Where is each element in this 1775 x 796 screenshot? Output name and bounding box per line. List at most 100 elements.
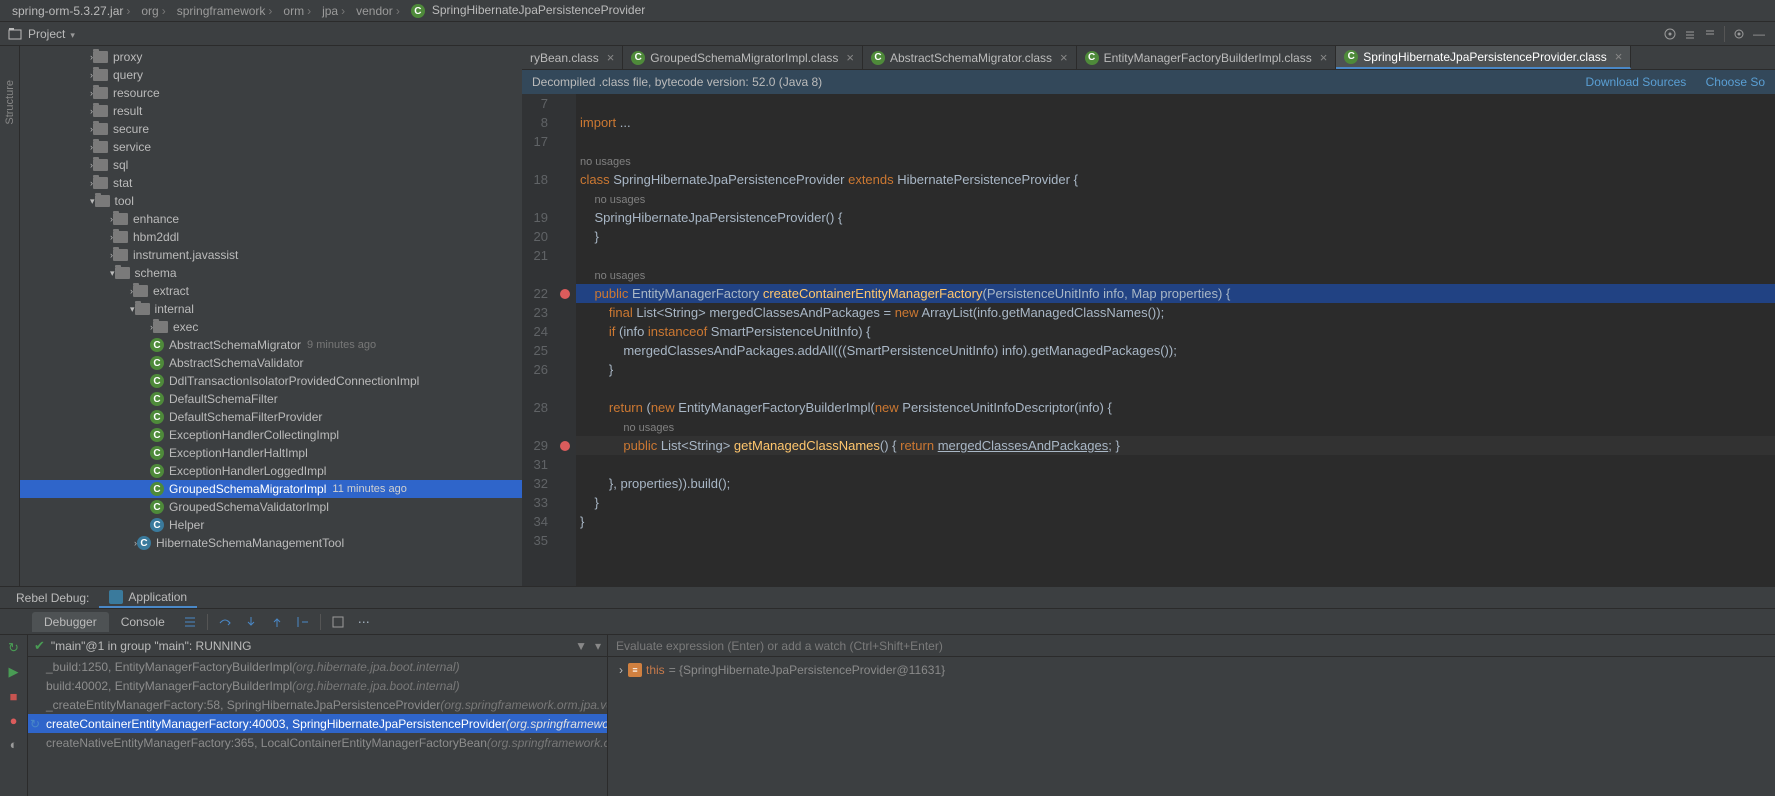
left-tool-strip: Structure: [0, 46, 20, 586]
structure-tool-label[interactable]: Structure: [4, 80, 16, 125]
tree-folder[interactable]: hbm2ddl: [20, 228, 522, 246]
tree-class[interactable]: CGroupedSchemaValidatorImpl: [20, 498, 522, 516]
collapse-all-icon[interactable]: [1700, 24, 1720, 44]
tree-class[interactable]: CExceptionHandlerHaltImpl: [20, 444, 522, 462]
application-tab[interactable]: Application: [99, 588, 197, 608]
close-icon[interactable]: ×: [1320, 50, 1328, 65]
locate-icon[interactable]: [1660, 24, 1680, 44]
thread-selector[interactable]: ✔ "main"@1 in group "main": RUNNING ▼ ▾: [28, 635, 607, 657]
restart-frame-icon[interactable]: ↻: [30, 717, 40, 731]
frame-row[interactable]: _createEntityManagerFactory:58, SpringHi…: [28, 695, 607, 714]
editor-tab[interactable]: ryBean.class×: [522, 46, 623, 69]
frame-row-selected[interactable]: ↻createContainerEntityManagerFactory:400…: [28, 714, 607, 733]
breadcrumb-seg[interactable]: jpa: [318, 4, 352, 18]
tree-twisty[interactable]: [130, 304, 135, 315]
stop-icon[interactable]: ■: [5, 687, 23, 705]
variable-row[interactable]: › ≡ this = {SpringHibernateJpaPersistenc…: [614, 661, 1769, 679]
close-icon[interactable]: ×: [846, 50, 854, 65]
tree-twisty[interactable]: ›: [614, 663, 628, 677]
tree-class[interactable]: CExceptionHandlerCollectingImpl: [20, 426, 522, 444]
tree-folder[interactable]: proxy: [20, 48, 522, 66]
tree-class[interactable]: CHelper: [20, 516, 522, 534]
tree-class-selected[interactable]: CGroupedSchemaMigratorImpl11 minutes ago: [20, 480, 522, 498]
gear-icon[interactable]: [1729, 24, 1749, 44]
project-view-selector[interactable]: Project: [0, 27, 83, 41]
tree-folder[interactable]: tool: [20, 192, 522, 210]
frame-row[interactable]: createNativeEntityManagerFactory:365, Lo…: [28, 733, 607, 752]
project-tree[interactable]: proxy query resource result secure servi…: [20, 46, 522, 586]
tree-folder[interactable]: resource: [20, 84, 522, 102]
editor-tab[interactable]: CGroupedSchemaMigratorImpl.class×: [623, 46, 863, 69]
separator: [1724, 26, 1725, 42]
folder-icon: [93, 177, 108, 189]
tree-class[interactable]: CExceptionHandlerLoggedImpl: [20, 462, 522, 480]
breakpoint-icon[interactable]: [560, 289, 570, 299]
download-sources-link[interactable]: Download Sources: [1586, 75, 1687, 89]
choose-sources-link[interactable]: Choose So: [1706, 75, 1765, 89]
tree-folder[interactable]: extract: [20, 282, 522, 300]
frames-list[interactable]: _build:1250, EntityManagerFactoryBuilder…: [28, 657, 607, 796]
filter-icon[interactable]: ▼: [575, 639, 587, 653]
code-text[interactable]: import ... no usages class SpringHiberna…: [576, 94, 1775, 586]
tree-class[interactable]: CDefaultSchemaFilter: [20, 390, 522, 408]
step-out-icon[interactable]: [266, 611, 288, 633]
tree-twisty[interactable]: [110, 268, 115, 279]
frame-row[interactable]: build:40002, EntityManagerFactoryBuilder…: [28, 676, 607, 695]
console-subtab[interactable]: Console: [109, 612, 177, 632]
resume-icon[interactable]: ▶: [5, 663, 23, 681]
breadcrumb-class[interactable]: CSpringHibernateJpaPersistenceProvider: [407, 3, 653, 19]
tree-twisty[interactable]: [90, 196, 95, 207]
rebel-debug-tab[interactable]: Rebel Debug:: [6, 589, 99, 607]
breadcrumb-seg[interactable]: vendor: [352, 4, 407, 18]
editor-tab[interactable]: CAbstractSchemaMigrator.class×: [863, 46, 1077, 69]
breadcrumb-jar[interactable]: spring-orm-5.3.27.jar: [8, 4, 137, 18]
tree-folder[interactable]: sql: [20, 156, 522, 174]
editor-tab[interactable]: CEntityManagerFactoryBuilderImpl.class×: [1077, 46, 1337, 69]
breakpoint-icon[interactable]: [560, 441, 570, 451]
tree-class[interactable]: CDefaultSchemaFilterProvider: [20, 408, 522, 426]
tree-folder[interactable]: secure: [20, 120, 522, 138]
tree-folder[interactable]: service: [20, 138, 522, 156]
tree-folder[interactable]: internal: [20, 300, 522, 318]
view-breakpoints-icon[interactable]: ●: [5, 711, 23, 729]
tree-class[interactable]: CHibernateSchemaManagementTool: [20, 534, 522, 552]
breadcrumb-seg[interactable]: springframework: [173, 4, 280, 18]
debugger-subtab[interactable]: Debugger: [32, 612, 109, 632]
tree-folder[interactable]: enhance: [20, 210, 522, 228]
code-editor[interactable]: 7 8 17 18 19 20 21 22 23 24 25 26 28 29 …: [522, 94, 1775, 586]
line-number-gutter: 7 8 17 18 19 20 21 22 23 24 25 26 28 29 …: [522, 94, 554, 586]
step-into-icon[interactable]: [240, 611, 262, 633]
mute-breakpoints-icon[interactable]: ◐: [5, 735, 23, 753]
tree-folder[interactable]: schema: [20, 264, 522, 282]
expand-all-icon[interactable]: [1680, 24, 1700, 44]
frame-row[interactable]: _build:1250, EntityManagerFactoryBuilder…: [28, 657, 607, 676]
class-icon: C: [150, 392, 164, 406]
breadcrumb-seg[interactable]: orm: [279, 4, 318, 18]
variables-list[interactable]: › ≡ this = {SpringHibernateJpaPersistenc…: [608, 657, 1775, 796]
tree-class[interactable]: CAbstractSchemaValidator: [20, 354, 522, 372]
gutter-icons[interactable]: [554, 94, 576, 586]
close-icon[interactable]: ×: [1615, 49, 1623, 64]
tree-class[interactable]: CDdlTransactionIsolatorProvidedConnectio…: [20, 372, 522, 390]
tree-folder[interactable]: result: [20, 102, 522, 120]
evaluate-icon[interactable]: [327, 611, 349, 633]
evaluate-expression-input[interactable]: Evaluate expression (Enter) or add a wat…: [608, 635, 1775, 657]
class-icon: C: [150, 464, 164, 478]
run-to-cursor-icon[interactable]: [292, 611, 314, 633]
more-icon[interactable]: ⋯: [353, 611, 375, 633]
tree-folder[interactable]: query: [20, 66, 522, 84]
folder-icon: [93, 123, 108, 135]
step-over-icon[interactable]: [214, 611, 236, 633]
rerun-icon[interactable]: ↻: [5, 639, 23, 657]
debug-toolbar: Debugger Console ⋯: [0, 609, 1775, 635]
tree-folder[interactable]: instrument.javassist: [20, 246, 522, 264]
threads-icon[interactable]: [179, 611, 201, 633]
tree-folder[interactable]: exec: [20, 318, 522, 336]
tree-folder[interactable]: stat: [20, 174, 522, 192]
editor-tab-active[interactable]: CSpringHibernateJpaPersistenceProvider.c…: [1336, 46, 1631, 69]
breadcrumb-seg[interactable]: org: [137, 4, 172, 18]
close-icon[interactable]: ×: [1060, 50, 1068, 65]
hide-icon[interactable]: —: [1749, 24, 1769, 44]
tree-class[interactable]: CAbstractSchemaMigrator9 minutes ago: [20, 336, 522, 354]
close-icon[interactable]: ×: [607, 50, 615, 65]
